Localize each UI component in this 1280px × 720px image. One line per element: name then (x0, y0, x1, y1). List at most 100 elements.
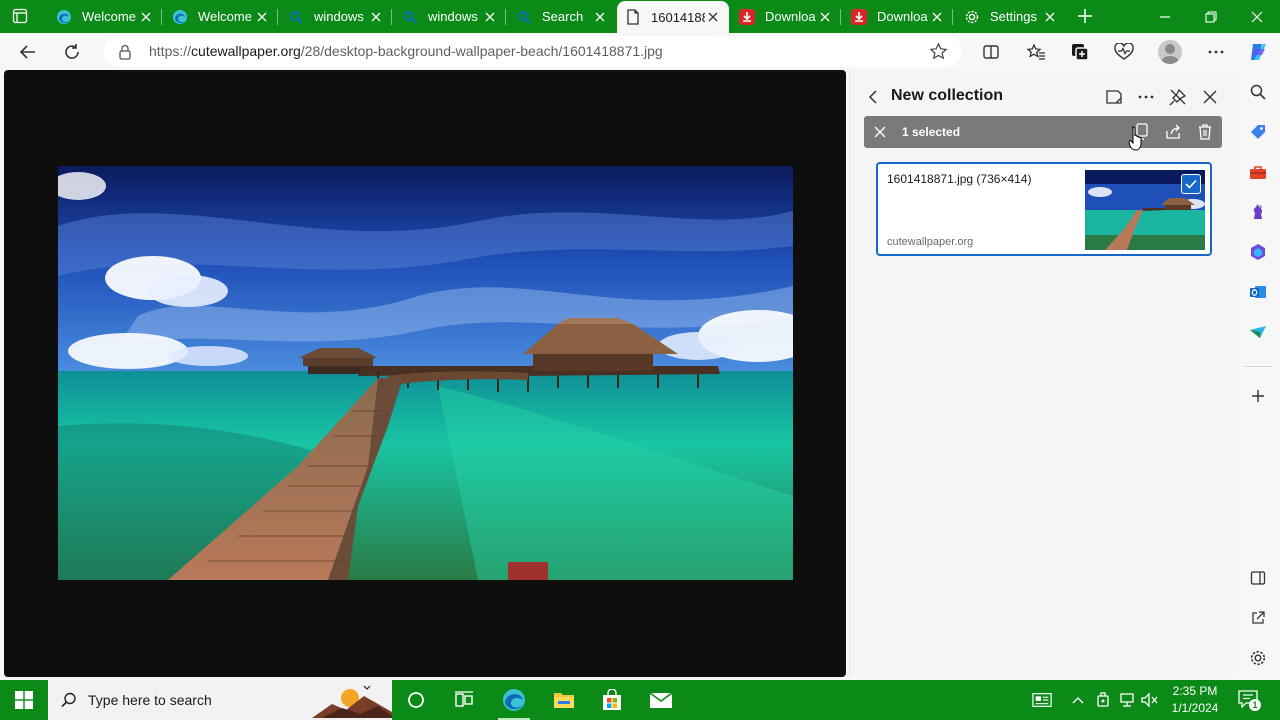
tab-label: windows (314, 9, 364, 24)
share-icon[interactable] (1164, 123, 1182, 141)
selected-checkbox[interactable] (1181, 174, 1201, 194)
notification-center-icon[interactable]: 1 (1238, 690, 1261, 713)
add-icon[interactable] (1248, 386, 1268, 406)
notification-count-badge: 1 (1249, 699, 1261, 711)
shopping-tag-icon[interactable] (1248, 122, 1268, 142)
close-tab-icon[interactable] (368, 9, 384, 25)
edge-icon (172, 9, 188, 25)
page-icon (625, 9, 641, 25)
close-tab-icon[interactable] (929, 9, 945, 25)
search-placeholder: Type here to search (88, 692, 212, 708)
collection-title[interactable]: New collection (891, 87, 1003, 105)
restore-button[interactable] (1188, 0, 1234, 33)
close-tab-icon[interactable] (817, 9, 833, 25)
mail-icon[interactable] (637, 680, 685, 720)
tab-label: windows (428, 9, 478, 24)
tab-actions-icon[interactable] (12, 8, 28, 24)
unpin-icon[interactable] (1168, 87, 1188, 107)
tab-label: Downloa (877, 9, 928, 24)
tab-label: Settings (990, 9, 1037, 24)
new-tab-icon[interactable] (1075, 6, 1095, 26)
tab-search[interactable]: Search (508, 2, 616, 31)
lock-icon[interactable] (118, 44, 132, 65)
close-tab-icon[interactable] (705, 9, 721, 25)
search-highlight-art (312, 682, 392, 720)
volume-muted-icon[interactable] (1140, 690, 1160, 710)
mouse-cursor-icon (1128, 126, 1144, 157)
tab-label: Welcome (198, 9, 252, 24)
close-pane-icon[interactable] (1200, 87, 1220, 107)
tab-bar: Welcome Welcome windows windows Search 1… (0, 0, 1280, 33)
browser-essentials-icon[interactable] (1113, 41, 1135, 63)
back-icon[interactable] (17, 41, 39, 63)
tab-windows-2[interactable]: windows (394, 2, 506, 31)
search-tab-icon (402, 9, 418, 25)
close-tab-icon[interactable] (254, 9, 270, 25)
close-tab-icon[interactable] (1042, 9, 1058, 25)
tab-label: Search (542, 9, 584, 24)
news-widget-icon[interactable] (1032, 690, 1052, 710)
tab-welcome-1[interactable]: Welcome (48, 2, 162, 31)
add-note-icon[interactable] (1104, 87, 1124, 107)
tab-label: Welcome (82, 9, 136, 24)
more-options-icon[interactable] (1136, 87, 1156, 107)
windows-taskbar: Type here to search 2:35 PM 1/1/2024 1 (0, 680, 1280, 720)
close-tab-icon[interactable] (482, 9, 498, 25)
split-screen-icon[interactable] (980, 41, 1002, 63)
clock-time: 2:35 PM (1172, 684, 1218, 698)
beach-wallpaper-image[interactable] (58, 166, 793, 580)
delete-icon[interactable] (1196, 123, 1214, 141)
tools-icon[interactable] (1248, 162, 1268, 182)
tab-label: 160141887 (651, 9, 705, 25)
clear-selection-icon[interactable] (872, 124, 888, 145)
favorites-icon[interactable] (1025, 41, 1047, 63)
download-icon (851, 8, 867, 25)
selection-toolbar: 1 selected (864, 116, 1222, 148)
hide-sidebar-icon[interactable] (1248, 568, 1268, 588)
edge-sidebar (1236, 70, 1280, 680)
taskbar-search-box[interactable]: Type here to search (48, 680, 392, 720)
chevron-up-icon[interactable] (1068, 690, 1088, 710)
search-tab-icon (516, 9, 532, 25)
tab-image-active[interactable]: 160141887 (617, 1, 729, 33)
collection-item-card[interactable]: 1601418871.jpg (736×414) cutewallpaper.o… (876, 162, 1212, 256)
network-icon[interactable] (1117, 690, 1137, 710)
cortana-icon[interactable] (392, 680, 440, 720)
refresh-icon[interactable] (61, 41, 83, 63)
close-window-button[interactable] (1234, 0, 1280, 33)
tab-welcome-2[interactable]: Welcome (164, 2, 278, 31)
task-view-icon[interactable] (440, 680, 488, 720)
minimize-button[interactable] (1142, 0, 1188, 33)
back-chevron-icon[interactable] (864, 87, 884, 107)
microsoft-store-icon[interactable] (588, 680, 636, 720)
outlook-icon[interactable] (1248, 282, 1268, 302)
close-tab-icon[interactable] (138, 9, 154, 25)
more-options-icon[interactable] (1205, 41, 1227, 63)
url-text[interactable]: https://cutewallpaper.org/28/desktop-bac… (149, 43, 663, 59)
system-clock[interactable]: 2:35 PM 1/1/2024 (1164, 683, 1226, 717)
tab-settings[interactable]: Settings (956, 2, 1066, 31)
taskbar-edge-icon[interactable] (490, 680, 538, 720)
pane-header: New collection (850, 80, 1236, 112)
gear-icon (964, 9, 980, 25)
file-explorer-icon[interactable] (540, 680, 588, 720)
drop-icon[interactable] (1248, 322, 1268, 342)
settings-gear-icon[interactable] (1248, 648, 1268, 668)
tab-label: Downloa (765, 9, 816, 24)
favorite-star-icon[interactable] (929, 42, 948, 66)
collections-icon[interactable] (1069, 41, 1091, 63)
games-icon[interactable] (1248, 202, 1268, 222)
search-icon[interactable] (1248, 82, 1268, 102)
tab-downloads-2[interactable]: Downloa (843, 2, 953, 31)
address-bar[interactable]: https://cutewallpaper.org/28/desktop-bac… (104, 36, 962, 67)
external-link-icon[interactable] (1248, 608, 1268, 628)
tab-downloads-1[interactable]: Downloa (731, 2, 841, 31)
microsoft-365-icon[interactable] (1248, 242, 1268, 262)
edge-icon (56, 9, 72, 25)
copilot-icon[interactable] (1247, 41, 1269, 63)
start-button[interactable] (0, 680, 48, 720)
tab-windows-1[interactable]: windows (280, 2, 392, 31)
close-tab-icon[interactable] (592, 9, 608, 25)
profile-avatar[interactable] (1158, 40, 1182, 64)
meet-now-icon[interactable] (1093, 690, 1113, 710)
